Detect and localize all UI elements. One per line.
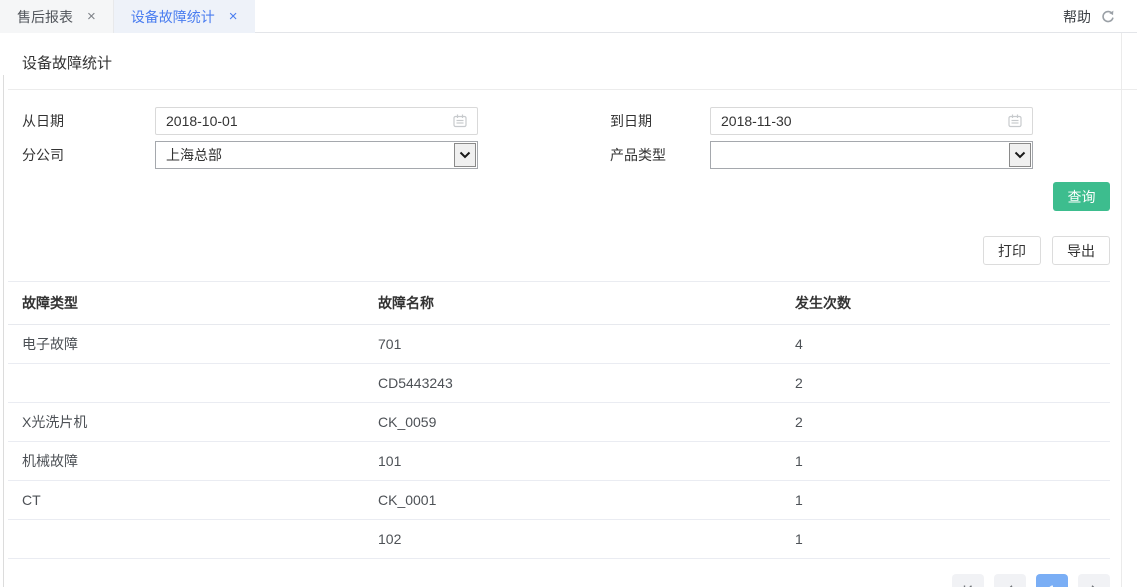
filter-form: 从日期 2018-10-01 到日期 2018-11-30 <box>0 107 1137 169</box>
table-cell: 1 <box>781 481 1110 520</box>
table-cell: CK_0001 <box>364 481 781 520</box>
table-cell: 电子故障 <box>8 325 364 364</box>
from-date-label: 从日期 <box>22 111 155 131</box>
table-row: X光洗片机 CK_0059 2 <box>8 403 1110 442</box>
failure-stats-table: 故障类型 故障名称 发生次数 电子故障 701 4 CD5443243 2 X光… <box>8 281 1110 559</box>
panel-left-edge <box>3 75 4 587</box>
query-button[interactable]: 查询 <box>1053 182 1110 211</box>
table-cell <box>8 520 364 559</box>
calendar-icon[interactable] <box>451 112 469 130</box>
column-header-failure-name: 故障名称 <box>364 282 781 325</box>
to-date-input[interactable]: 2018-11-30 <box>710 107 1033 135</box>
table-row: 机械故障 101 1 <box>8 442 1110 481</box>
from-date-input[interactable]: 2018-10-01 <box>155 107 478 135</box>
table-cell <box>8 364 364 403</box>
to-date-value: 2018-11-30 <box>721 113 1006 129</box>
table-row: CD5443243 2 <box>8 364 1110 403</box>
prev-page-button[interactable] <box>994 574 1026 587</box>
current-page-button[interactable]: 1 <box>1036 574 1068 587</box>
from-date-value: 2018-10-01 <box>166 113 451 129</box>
branch-label: 分公司 <box>22 145 155 165</box>
table-row: 电子故障 701 4 <box>8 325 1110 364</box>
tab-label: 售后报表 <box>17 7 73 27</box>
table-cell: 1 <box>781 442 1110 481</box>
table-cell: 2 <box>781 403 1110 442</box>
column-header-failure-type: 故障类型 <box>8 282 364 325</box>
chevron-down-icon[interactable] <box>454 143 476 167</box>
table-cell: CD5443243 <box>364 364 781 403</box>
table-cell: X光洗片机 <box>8 403 364 442</box>
table-cell: 4 <box>781 325 1110 364</box>
close-icon[interactable]: × <box>229 9 238 24</box>
export-button[interactable]: 导出 <box>1052 236 1110 265</box>
table-cell: 2 <box>781 364 1110 403</box>
table-row: CT CK_0001 1 <box>8 481 1110 520</box>
table-header-row: 故障类型 故障名称 发生次数 <box>8 282 1110 325</box>
next-page-button[interactable] <box>1078 574 1110 587</box>
help-link[interactable]: 帮助 <box>1063 7 1091 27</box>
branch-select[interactable]: 上海总部 <box>155 141 478 169</box>
product-type-label: 产品类型 <box>610 145 710 165</box>
chevron-down-icon[interactable] <box>1009 143 1031 167</box>
table-cell: 102 <box>364 520 781 559</box>
product-type-select[interactable] <box>710 141 1033 169</box>
table-cell: 1 <box>781 520 1110 559</box>
pagination: 1 <box>0 574 1110 587</box>
refresh-icon[interactable] <box>1100 9 1116 25</box>
tab-after-sales-report[interactable]: 售后报表 × <box>0 0 114 33</box>
page-title: 设备故障统计 <box>22 52 1137 73</box>
branch-select-value: 上海总部 <box>166 145 453 165</box>
table-row: 102 1 <box>8 520 1110 559</box>
tab-device-failure-stats[interactable]: 设备故障统计 × <box>114 0 255 33</box>
table-cell: 701 <box>364 325 781 364</box>
panel-right-edge <box>1121 33 1122 587</box>
table-cell: CK_0059 <box>364 403 781 442</box>
tab-bar: 售后报表 × 设备故障统计 × 帮助 <box>0 0 1137 33</box>
tab-label: 设备故障统计 <box>131 7 215 27</box>
calendar-icon[interactable] <box>1006 112 1024 130</box>
print-button[interactable]: 打印 <box>983 236 1041 265</box>
divider <box>8 89 1137 90</box>
table-cell: CT <box>8 481 364 520</box>
table-cell: 机械故障 <box>8 442 364 481</box>
table-cell: 101 <box>364 442 781 481</box>
to-date-label: 到日期 <box>610 111 710 131</box>
first-page-button[interactable] <box>952 574 984 587</box>
close-icon[interactable]: × <box>87 9 96 24</box>
column-header-occurrences: 发生次数 <box>781 282 1110 325</box>
